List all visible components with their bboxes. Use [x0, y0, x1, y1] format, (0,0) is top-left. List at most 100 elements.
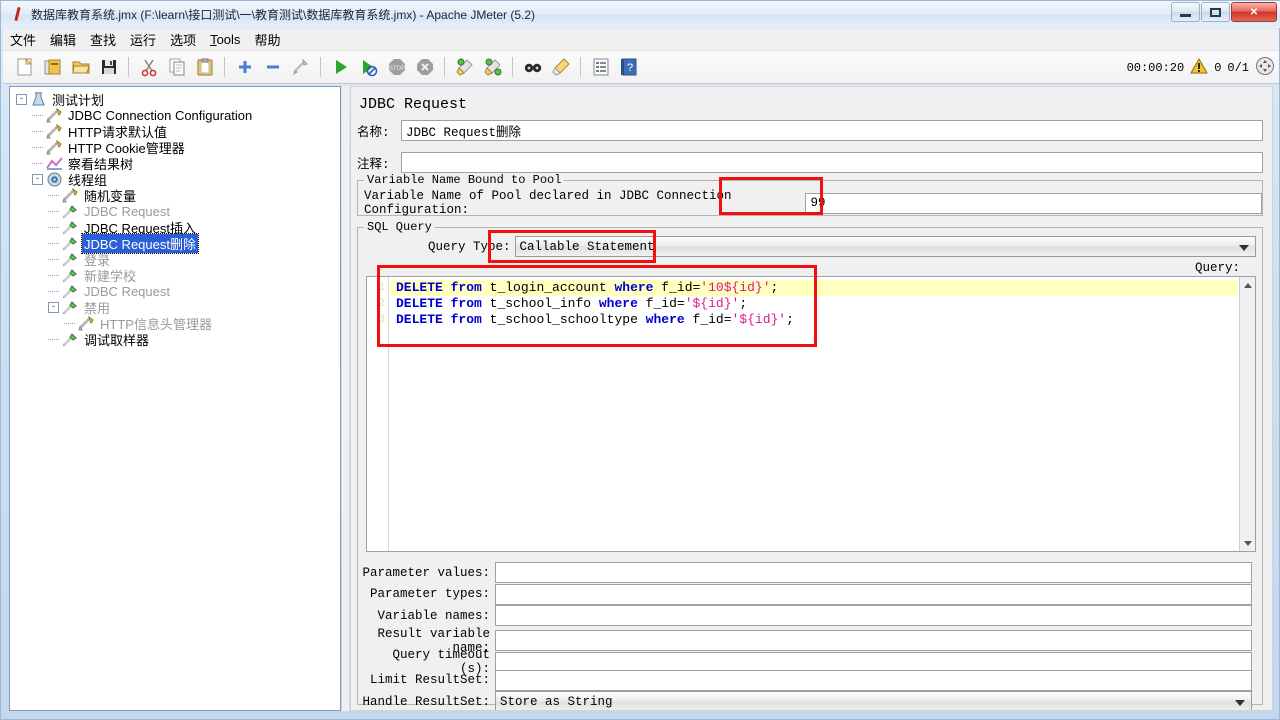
chevron-down-icon — [1239, 244, 1249, 251]
parameter-field-input[interactable] — [495, 669, 1252, 691]
toggle-icon[interactable] — [288, 54, 314, 80]
reset-search-icon[interactable] — [548, 54, 574, 80]
sql-line[interactable]: DELETE from t_school_schooltype where f_… — [390, 312, 1238, 328]
start-icon[interactable] — [328, 54, 354, 80]
line-number-gutter: 1 2 3 — [367, 277, 389, 551]
tree-node[interactable]: 调试取样器 — [16, 331, 340, 348]
tree-connector — [48, 187, 62, 203]
tree-expander[interactable]: - — [16, 93, 27, 105]
menu-edit[interactable]: 编辑 — [43, 28, 83, 51]
panel-splitter[interactable] — [342, 86, 349, 711]
parameter-field-input[interactable] — [495, 562, 1252, 583]
pool-variable-input[interactable] — [805, 192, 1262, 214]
search-icon[interactable] — [520, 54, 546, 80]
sampler-icon — [62, 332, 79, 347]
tree-connector — [32, 123, 46, 139]
parameter-field-input[interactable] — [495, 583, 1252, 605]
clear-icon[interactable] — [452, 54, 478, 80]
menu-options[interactable]: 选项 — [163, 28, 203, 51]
page-title: JDBC Request — [359, 96, 468, 113]
parameter-field-label: Handle ResultSet: — [362, 694, 490, 709]
tree-node[interactable]: - 测试计划 — [16, 91, 340, 108]
tree-node[interactable]: JDBC Request — [16, 283, 340, 299]
minimize-button[interactable] — [1171, 2, 1200, 22]
tree-node[interactable]: JDBC Request删除 — [16, 232, 340, 254]
paste-icon[interactable] — [192, 54, 218, 80]
sampler-icon — [62, 236, 79, 251]
query-vertical-scrollbar[interactable] — [1239, 277, 1255, 551]
sql-group-title: SQL Query — [364, 220, 435, 234]
save-icon[interactable] — [96, 54, 122, 80]
tree-node[interactable]: 登录 — [16, 251, 340, 268]
cut-icon[interactable] — [136, 54, 162, 80]
test-plan-tree[interactable]: - 测试计划 JDBC Connection Configuration HTTP请求… — [10, 87, 340, 348]
sql-text: ; — [786, 312, 794, 327]
comment-input[interactable] — [401, 152, 1263, 173]
menu-help[interactable]: 帮助 — [247, 28, 287, 51]
tree-node-label: JDBC Request — [84, 283, 170, 299]
stop-icon[interactable]: STOP — [384, 54, 410, 80]
handle-resultset-combo[interactable]: Store as String — [495, 691, 1252, 710]
parameter-field-row: Parameter types: — [360, 583, 1258, 605]
tree-node[interactable]: - 线程组 — [16, 171, 340, 188]
close-button[interactable]: ✕ — [1231, 2, 1277, 22]
new-icon[interactable] — [12, 54, 38, 80]
sampler-icon — [62, 300, 79, 315]
tree-connector — [48, 219, 62, 235]
sql-text: t_school_info — [481, 296, 599, 311]
function-helper-icon[interactable] — [588, 54, 614, 80]
parameter-field-input[interactable] — [495, 605, 1252, 626]
tree-connector — [48, 331, 62, 347]
collapse-all-icon[interactable] — [260, 54, 286, 80]
tree-connector — [32, 107, 46, 123]
sql-line[interactable]: DELETE from t_school_info where f_id='${… — [390, 296, 1238, 312]
open-icon[interactable] — [68, 54, 94, 80]
view-results-tree-icon — [46, 156, 63, 171]
parameter-field-row: Variable names: — [360, 605, 1258, 626]
tree-node[interactable]: 新建学校 — [16, 267, 340, 284]
query-type-combo[interactable]: Callable Statement — [514, 236, 1256, 257]
scroll-up-icon[interactable] — [1240, 277, 1255, 293]
menu-tools[interactable]: Tools — [203, 30, 247, 49]
clear-all-icon[interactable] — [480, 54, 506, 80]
sql-text: t_login_account — [481, 280, 615, 295]
help-icon[interactable]: ? — [616, 54, 642, 80]
tree-node[interactable]: 随机变量 — [16, 187, 340, 204]
sql-code-content[interactable]: DELETE from t_login_account where f_id='… — [390, 277, 1238, 328]
tree-expander[interactable]: - — [48, 301, 59, 313]
test-plan-tree-panel[interactable]: - 测试计划 JDBC Connection Configuration HTTP请求… — [9, 86, 341, 711]
templates-icon[interactable] — [40, 54, 66, 80]
copy-icon[interactable] — [164, 54, 190, 80]
tree-node-label: 测试计划 — [52, 92, 105, 108]
sql-line[interactable]: DELETE from t_login_account where f_id='… — [390, 280, 1238, 296]
tree-connector — [64, 315, 78, 331]
menu-search[interactable]: 查找 — [83, 28, 123, 51]
toolbar-separator-1 — [128, 57, 130, 77]
warning-indicator-icon[interactable] — [1190, 57, 1209, 78]
menu-run[interactable]: 运行 — [123, 28, 163, 51]
scroll-down-icon[interactable] — [1240, 535, 1255, 551]
query-type-label: Query Type: — [428, 239, 511, 254]
sql-query-editor[interactable]: 1 2 3 DELETE from t_login_account where f_… — [366, 276, 1256, 552]
sql-keyword: DELETE — [396, 280, 443, 295]
sql-text: f_id= — [637, 296, 685, 311]
tree-node[interactable]: 察看结果树 — [16, 155, 340, 172]
tree-expander[interactable]: - — [32, 173, 43, 185]
tree-node[interactable]: HTTP Cookie管理器 — [16, 139, 340, 156]
sql-keyword: from — [450, 280, 482, 295]
shutdown-icon[interactable] — [412, 54, 438, 80]
parameter-field-label: Parameter types: — [369, 587, 490, 601]
maximize-button[interactable] — [1201, 2, 1230, 22]
toolbar-separator-6 — [580, 57, 582, 77]
parameter-field-label: Variable names: — [377, 608, 490, 623]
tree-node[interactable]: HTTP信息头管理器 — [16, 315, 340, 332]
tree-node[interactable]: JDBC Connection Configuration — [16, 107, 340, 123]
name-input[interactable] — [401, 120, 1263, 141]
comment-row: 注释: — [357, 152, 1267, 173]
expand-all-icon[interactable] — [232, 54, 258, 80]
start-no-pauses-icon[interactable] — [356, 54, 382, 80]
config-element-icon — [78, 315, 95, 331]
sql-text: t_school_schooltype — [481, 312, 646, 327]
line-number: 1 — [378, 282, 385, 294]
menu-file[interactable]: 文件 — [3, 28, 43, 51]
